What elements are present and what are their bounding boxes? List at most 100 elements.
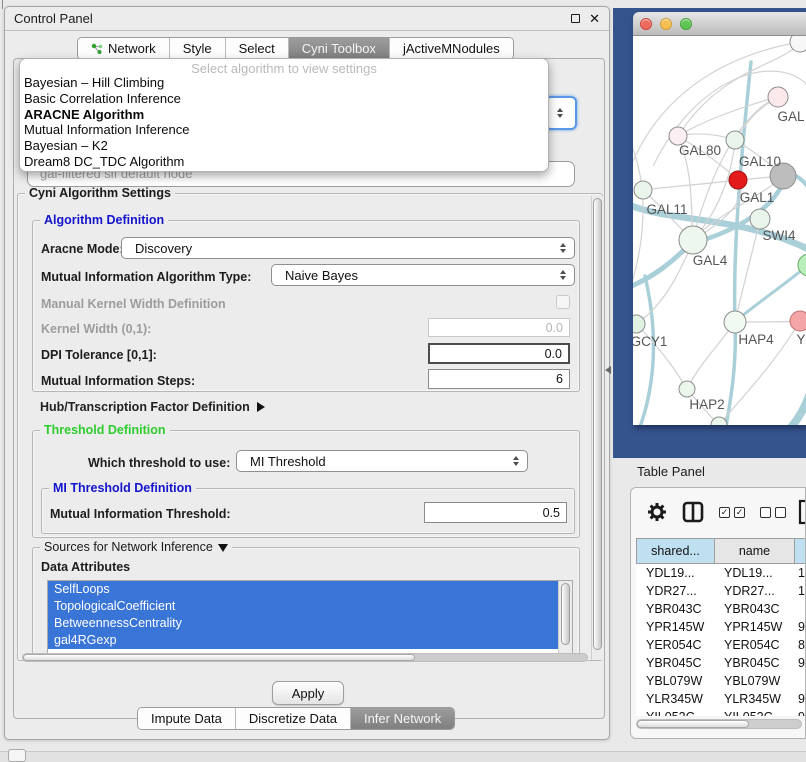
node-hap4[interactable] <box>724 311 746 333</box>
dpi-tolerance-field[interactable]: 0.0 <box>428 343 570 364</box>
splitter-collapse-arrow[interactable] <box>605 366 611 374</box>
sources-group-title[interactable]: Sources for Network Inference <box>40 540 232 554</box>
attribute-item[interactable]: TopologicalCoefficient <box>48 598 558 615</box>
mi-threshold-field[interactable]: 0.5 <box>424 502 567 523</box>
table-panel-window: ✓✓ shared... name A YDL19...YDL19...13YD… <box>630 487 806 739</box>
algorithm-option[interactable]: Dream8 DC_TDC Algorithm <box>20 154 548 170</box>
bottom-panel-strip <box>0 751 806 762</box>
table-row[interactable]: YPR145WYPR145W9. <box>636 618 806 636</box>
hub-definition-toggle[interactable]: Hub/Transcription Factor Definition <box>40 400 265 414</box>
node-gal11[interactable] <box>634 181 652 199</box>
sources-group: Sources for Network Inference Data Attri… <box>32 547 580 659</box>
node-swi4[interactable] <box>750 209 770 229</box>
algorithm-option[interactable]: ARACNE Algorithm <box>20 107 548 123</box>
tab-cyni-toolbox[interactable]: Cyni Toolbox <box>289 38 390 59</box>
manual-kernel-checkbox[interactable] <box>556 295 570 309</box>
tab-infer-network[interactable]: Infer Network <box>351 708 454 729</box>
apply-button[interactable]: Apply <box>272 681 344 705</box>
threshold-definition-group: Threshold Definition Which threshold to … <box>32 430 580 538</box>
table-row[interactable]: YDR27...YDR27...12 <box>636 582 806 600</box>
tab-select[interactable]: Select <box>226 38 289 59</box>
node-label: Y <box>796 332 805 347</box>
table-rows[interactable]: YDL19...YDL19...13YDR27...YDR27...12YBR0… <box>636 564 806 716</box>
algorithm-option[interactable]: Bayesian – K2 <box>20 138 548 154</box>
aracne-mode-label: Aracne Mode: <box>41 242 124 256</box>
mi-algorithm-type-combo[interactable]: Naive Bayes <box>271 264 575 286</box>
attribute-items: SelfLoopsTopologicalCoefficientBetweenne… <box>48 581 558 649</box>
expanded-arrow-icon <box>218 544 228 552</box>
algorithm-dropdown-hint: Select algorithm to view settings <box>20 59 548 75</box>
table-row[interactable]: YBR043CYBR043C <box>636 600 806 618</box>
algorithm-combo-fragment[interactable] <box>545 96 577 130</box>
node-label: GAL80 <box>679 143 721 158</box>
select-all-checkboxes-icon[interactable]: ✓✓ <box>719 507 745 518</box>
settings-vscrollbar[interactable] <box>591 196 603 660</box>
algorithm-option[interactable]: Bayesian – Hill Climbing <box>20 75 548 91</box>
table-row[interactable]: YBL079WYBL079W <box>636 672 806 690</box>
tab-network[interactable]: Network <box>78 38 170 59</box>
attribute-item[interactable]: gal4RGexp <box>48 632 558 649</box>
tab-impute-data[interactable]: Impute Data <box>138 708 236 729</box>
node-gal4[interactable] <box>679 226 707 254</box>
algorithm-definition-group: Algorithm Definition Aracne Mode: Discov… <box>32 220 580 392</box>
kernel-width-field[interactable]: 0.0 <box>428 318 570 337</box>
attribute-item[interactable]: SelfLoops <box>48 581 558 598</box>
collapsed-arrow-icon <box>257 402 265 412</box>
close-icon[interactable]: ✕ <box>589 14 600 24</box>
combo-stepper-icon <box>557 108 563 118</box>
tab-jactivemnodules[interactable]: jActiveMNodules <box>390 38 513 59</box>
which-threshold-combo[interactable]: MI Threshold <box>236 450 528 472</box>
node-gal-partial[interactable] <box>768 87 788 107</box>
threshold-definition-title: Threshold Definition <box>40 423 170 437</box>
screen: Control Panel ✕ Network Style Select Cyn <box>0 0 806 762</box>
close-traffic-light[interactable] <box>640 18 652 30</box>
control-panel-titlebar[interactable]: Control Panel ✕ <box>5 7 609 31</box>
deselect-all-checkboxes-icon[interactable] <box>760 507 786 518</box>
node-label: SWI4 <box>762 228 795 243</box>
table-row[interactable]: YIL052CYIL052C9. <box>636 708 806 716</box>
attribute-item[interactable]: BetweennessCentrality <box>48 615 558 632</box>
mi-steps-field[interactable]: 6 <box>428 369 570 389</box>
network-canvas[interactable]: GAL GAL80 GAL10 GAL1 GAL11 GAL4 SWI4 GCY… <box>633 36 806 425</box>
network-window-titlebar[interactable] <box>633 12 806 36</box>
column-header-name[interactable]: name <box>714 538 795 564</box>
bottom-mini-button[interactable] <box>8 749 26 762</box>
aracne-mode-combo[interactable]: Discovery <box>121 237 575 259</box>
combo-stepper-icon <box>560 243 566 253</box>
attributes-scrollbar[interactable] <box>558 581 572 654</box>
node-label: GCY1 <box>633 334 667 349</box>
zoom-traffic-light[interactable] <box>680 18 692 30</box>
node-label: HAP4 <box>738 332 774 347</box>
combo-stepper-icon <box>513 456 519 466</box>
table-row[interactable]: YBR045CYBR045C9. <box>636 654 806 672</box>
table-row[interactable]: YLR345WYLR345W9. <box>636 690 806 708</box>
document-icon[interactable] <box>797 499 806 525</box>
column-header-shared-name[interactable]: shared... <box>636 538 715 564</box>
table-panel-title: Table Panel <box>637 464 705 479</box>
algorithm-definition-title: Algorithm Definition <box>40 213 168 227</box>
algorithm-options: Bayesian – Hill ClimbingBasic Correlatio… <box>20 75 548 170</box>
gear-icon[interactable] <box>645 500 669 524</box>
settings-hscrollbar[interactable] <box>22 653 588 662</box>
node-hap2[interactable] <box>679 381 695 397</box>
tab-discretize-data[interactable]: Discretize Data <box>236 708 351 729</box>
mi-threshold-group-title: MI Threshold Definition <box>49 481 196 495</box>
node-gal10[interactable] <box>726 131 744 149</box>
network-icon <box>91 43 103 55</box>
table-hscrollbar[interactable] <box>636 719 802 729</box>
node-gal1[interactable] <box>729 171 747 189</box>
tab-style[interactable]: Style <box>170 38 226 59</box>
table-row[interactable]: YDL19...YDL19...13 <box>636 564 806 582</box>
data-attributes-list[interactable]: SelfLoopsTopologicalCoefficientBetweenne… <box>47 580 573 654</box>
node-y-partial[interactable] <box>790 311 806 331</box>
column-header-partial[interactable]: A <box>794 538 806 564</box>
node-label: HAP2 <box>689 397 724 412</box>
columns-icon[interactable] <box>682 501 704 523</box>
mi-threshold-label: Mutual Information Threshold: <box>50 507 231 521</box>
algorithm-option[interactable]: Mutual Information Inference <box>20 122 548 138</box>
float-window-icon[interactable] <box>571 14 580 23</box>
minimize-traffic-light[interactable] <box>660 18 672 30</box>
table-row[interactable]: YER054CYER054C8. <box>636 636 806 654</box>
dpi-tolerance-label: DPI Tolerance [0,1]: <box>41 348 157 362</box>
algorithm-option[interactable]: Basic Correlation Inference <box>20 91 548 107</box>
